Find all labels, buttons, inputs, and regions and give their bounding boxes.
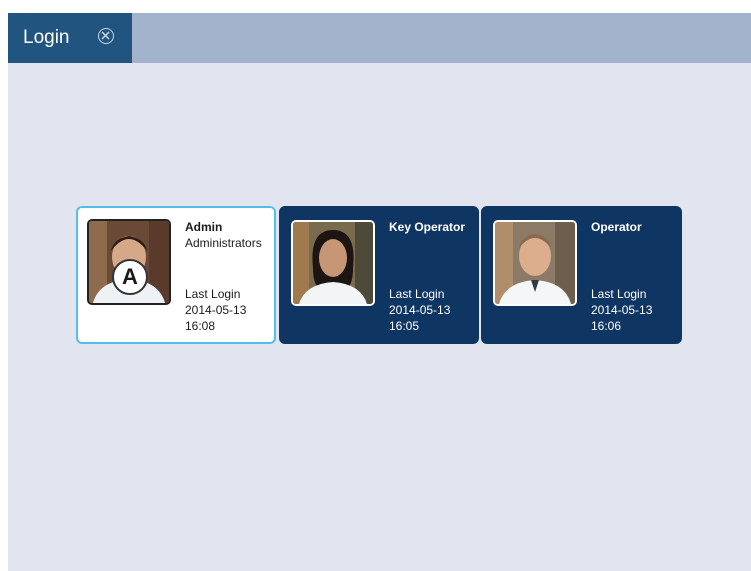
user-card-operator[interactable]: Operator Last Login 2014-05-13 16:06 bbox=[481, 206, 682, 344]
last-login-date: 2014-05-13 bbox=[185, 303, 247, 317]
avatar bbox=[493, 220, 577, 306]
user-name: Admin bbox=[185, 220, 223, 234]
last-login-time: 16:08 bbox=[185, 319, 216, 333]
user-card-key-operator[interactable]: Key Operator Last Login 2014-05-13 16:05 bbox=[279, 206, 479, 344]
last-login-date: 2014-05-13 bbox=[389, 303, 451, 317]
last-login-label: Last Login bbox=[591, 287, 647, 301]
avatar bbox=[291, 220, 375, 306]
user-name: Operator bbox=[591, 220, 642, 234]
user-group: Administrators bbox=[185, 236, 262, 250]
last-login-time: 16:06 bbox=[591, 319, 622, 333]
tab-title: Login bbox=[23, 27, 70, 48]
callout-marker: A bbox=[112, 259, 148, 295]
tab-login[interactable]: Login bbox=[8, 13, 132, 63]
close-icon[interactable] bbox=[98, 28, 114, 44]
last-login-label: Last Login bbox=[389, 287, 445, 301]
last-login-info: Last Login 2014-05-13 16:05 bbox=[389, 286, 450, 334]
tab-bar: Login bbox=[8, 13, 751, 63]
last-login-label: Last Login bbox=[185, 287, 241, 301]
user-card-admin[interactable]: Admin Administrators Last Login 2014-05-… bbox=[76, 206, 276, 344]
user-name: Key Operator bbox=[389, 220, 466, 234]
last-login-info: Last Login 2014-05-13 16:06 bbox=[591, 286, 652, 334]
last-login-date: 2014-05-13 bbox=[591, 303, 653, 317]
last-login-time: 16:05 bbox=[389, 319, 420, 333]
last-login-info: Last Login 2014-05-13 16:08 bbox=[185, 286, 246, 334]
